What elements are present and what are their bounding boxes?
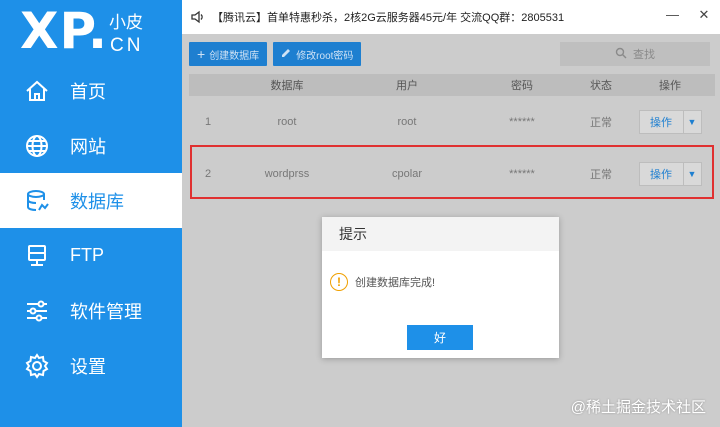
row-index: 2 — [204, 168, 212, 180]
table-row: 1 root root ****** 正常 操作 ▼ — [189, 96, 715, 148]
sidebar-item-label: FTP — [70, 245, 104, 265]
sidebar-nav: 首页 网站 数据库 FTP 软件管理 设置 — [0, 63, 182, 393]
plus-icon: + — [197, 46, 206, 62]
search-icon — [615, 47, 627, 62]
create-database-button[interactable]: + 创建数据库 — [189, 42, 268, 66]
window-controls: — ✕ — [666, 8, 710, 22]
announcement-text[interactable]: 【腾讯云】首单特惠秒杀，2核2G云服务器45元/年 交流QQ群：2805531 — [212, 9, 564, 25]
sidebar-item-label: 数据库 — [70, 191, 124, 212]
table-row: 2 wordprss cpolar ****** 正常 操作 ▼ — [189, 148, 715, 200]
dialog-body: ! 创建数据库完成! — [322, 251, 559, 291]
column-header: 数据库 — [270, 80, 304, 92]
database-name: wordprss — [264, 168, 310, 180]
logo-main: XP. — [20, 2, 109, 60]
operation-label: 操作 — [650, 117, 672, 129]
database-user: root — [397, 116, 417, 128]
status-text: 正常 — [590, 169, 612, 181]
sidebar-item-settings[interactable]: 设置 — [0, 338, 182, 393]
dialog-message: 创建数据库完成! — [355, 277, 436, 289]
table-header: 数据库 用户 密码 状态 操作 — [189, 74, 715, 96]
server-icon — [24, 243, 50, 269]
warning-icon: ! — [330, 273, 348, 291]
watermark: @稀土掘金技术社区 — [570, 399, 706, 416]
sidebar-item-label: 软件管理 — [70, 301, 142, 322]
row-index: 1 — [204, 116, 212, 128]
operation-label: 操作 — [650, 169, 672, 181]
operation-dropdown[interactable]: 操作 ▼ — [638, 162, 702, 186]
operation-cell: 操作 ▼ — [625, 110, 715, 134]
search-placeholder: 查找 — [633, 49, 655, 61]
caret-down-icon: ▼ — [682, 163, 701, 185]
dialog-title: 提示 — [322, 217, 559, 251]
column-header: 用户 — [396, 80, 418, 92]
toolbar: + 创建数据库 修改root密码 — [189, 42, 362, 66]
operation-dropdown[interactable]: 操作 ▼ — [638, 110, 702, 134]
search-input[interactable]: 查找 — [560, 42, 710, 66]
operation-cell: 操作 ▼ — [625, 162, 715, 186]
status-text: 正常 — [590, 117, 612, 129]
database-name: root — [277, 116, 297, 128]
column-header: 状态 — [590, 80, 612, 92]
sidebar: XP. 小皮 CN 首页 网站 数据库 FTP 软件管理 设置 — [0, 0, 182, 427]
logo-top: 小皮 — [109, 13, 143, 32]
sidebar-item-ftp[interactable]: FTP — [0, 228, 182, 283]
sidebar-item-software[interactable]: 软件管理 — [0, 283, 182, 338]
database-password: ****** — [509, 168, 535, 180]
sidebar-item-home[interactable]: 首页 — [0, 63, 182, 118]
speaker-icon — [190, 9, 206, 25]
sidebar-item-database[interactable]: 数据库 — [0, 173, 182, 228]
globe-icon — [24, 133, 50, 159]
change-root-password-label: 修改root密码 — [296, 50, 354, 62]
logo-bottom: CN — [110, 35, 144, 56]
ok-button[interactable]: 好 — [407, 325, 473, 350]
sliders-icon — [24, 298, 50, 324]
sidebar-item-label: 首页 — [70, 81, 106, 102]
pencil-icon — [281, 47, 292, 61]
sidebar-item-label: 网站 — [70, 136, 106, 157]
announcement-bar: 【腾讯云】首单特惠秒杀，2核2G云服务器45元/年 交流QQ群：2805531 … — [182, 0, 720, 34]
gear-icon — [24, 352, 50, 379]
sidebar-item-website[interactable]: 网站 — [0, 118, 182, 173]
alert-dialog: 提示 ! 创建数据库完成! 好 — [322, 217, 559, 358]
column-header: 操作 — [659, 80, 681, 92]
create-database-label: 创建数据库 — [209, 50, 260, 62]
minimize-button[interactable]: — — [666, 8, 679, 22]
database-password: ****** — [509, 116, 535, 128]
home-icon — [24, 78, 50, 104]
close-button[interactable]: ✕ — [698, 8, 710, 22]
database-user: cpolar — [392, 168, 422, 180]
app-logo: XP. 小皮 CN — [0, 0, 182, 63]
sidebar-item-label: 设置 — [70, 356, 106, 377]
database-icon — [24, 188, 50, 214]
caret-down-icon: ▼ — [682, 111, 701, 133]
database-table: 数据库 用户 密码 状态 操作 1 root root ****** 正常 操作… — [189, 74, 715, 200]
change-root-password-button[interactable]: 修改root密码 — [273, 42, 362, 66]
column-header: 密码 — [511, 80, 533, 92]
